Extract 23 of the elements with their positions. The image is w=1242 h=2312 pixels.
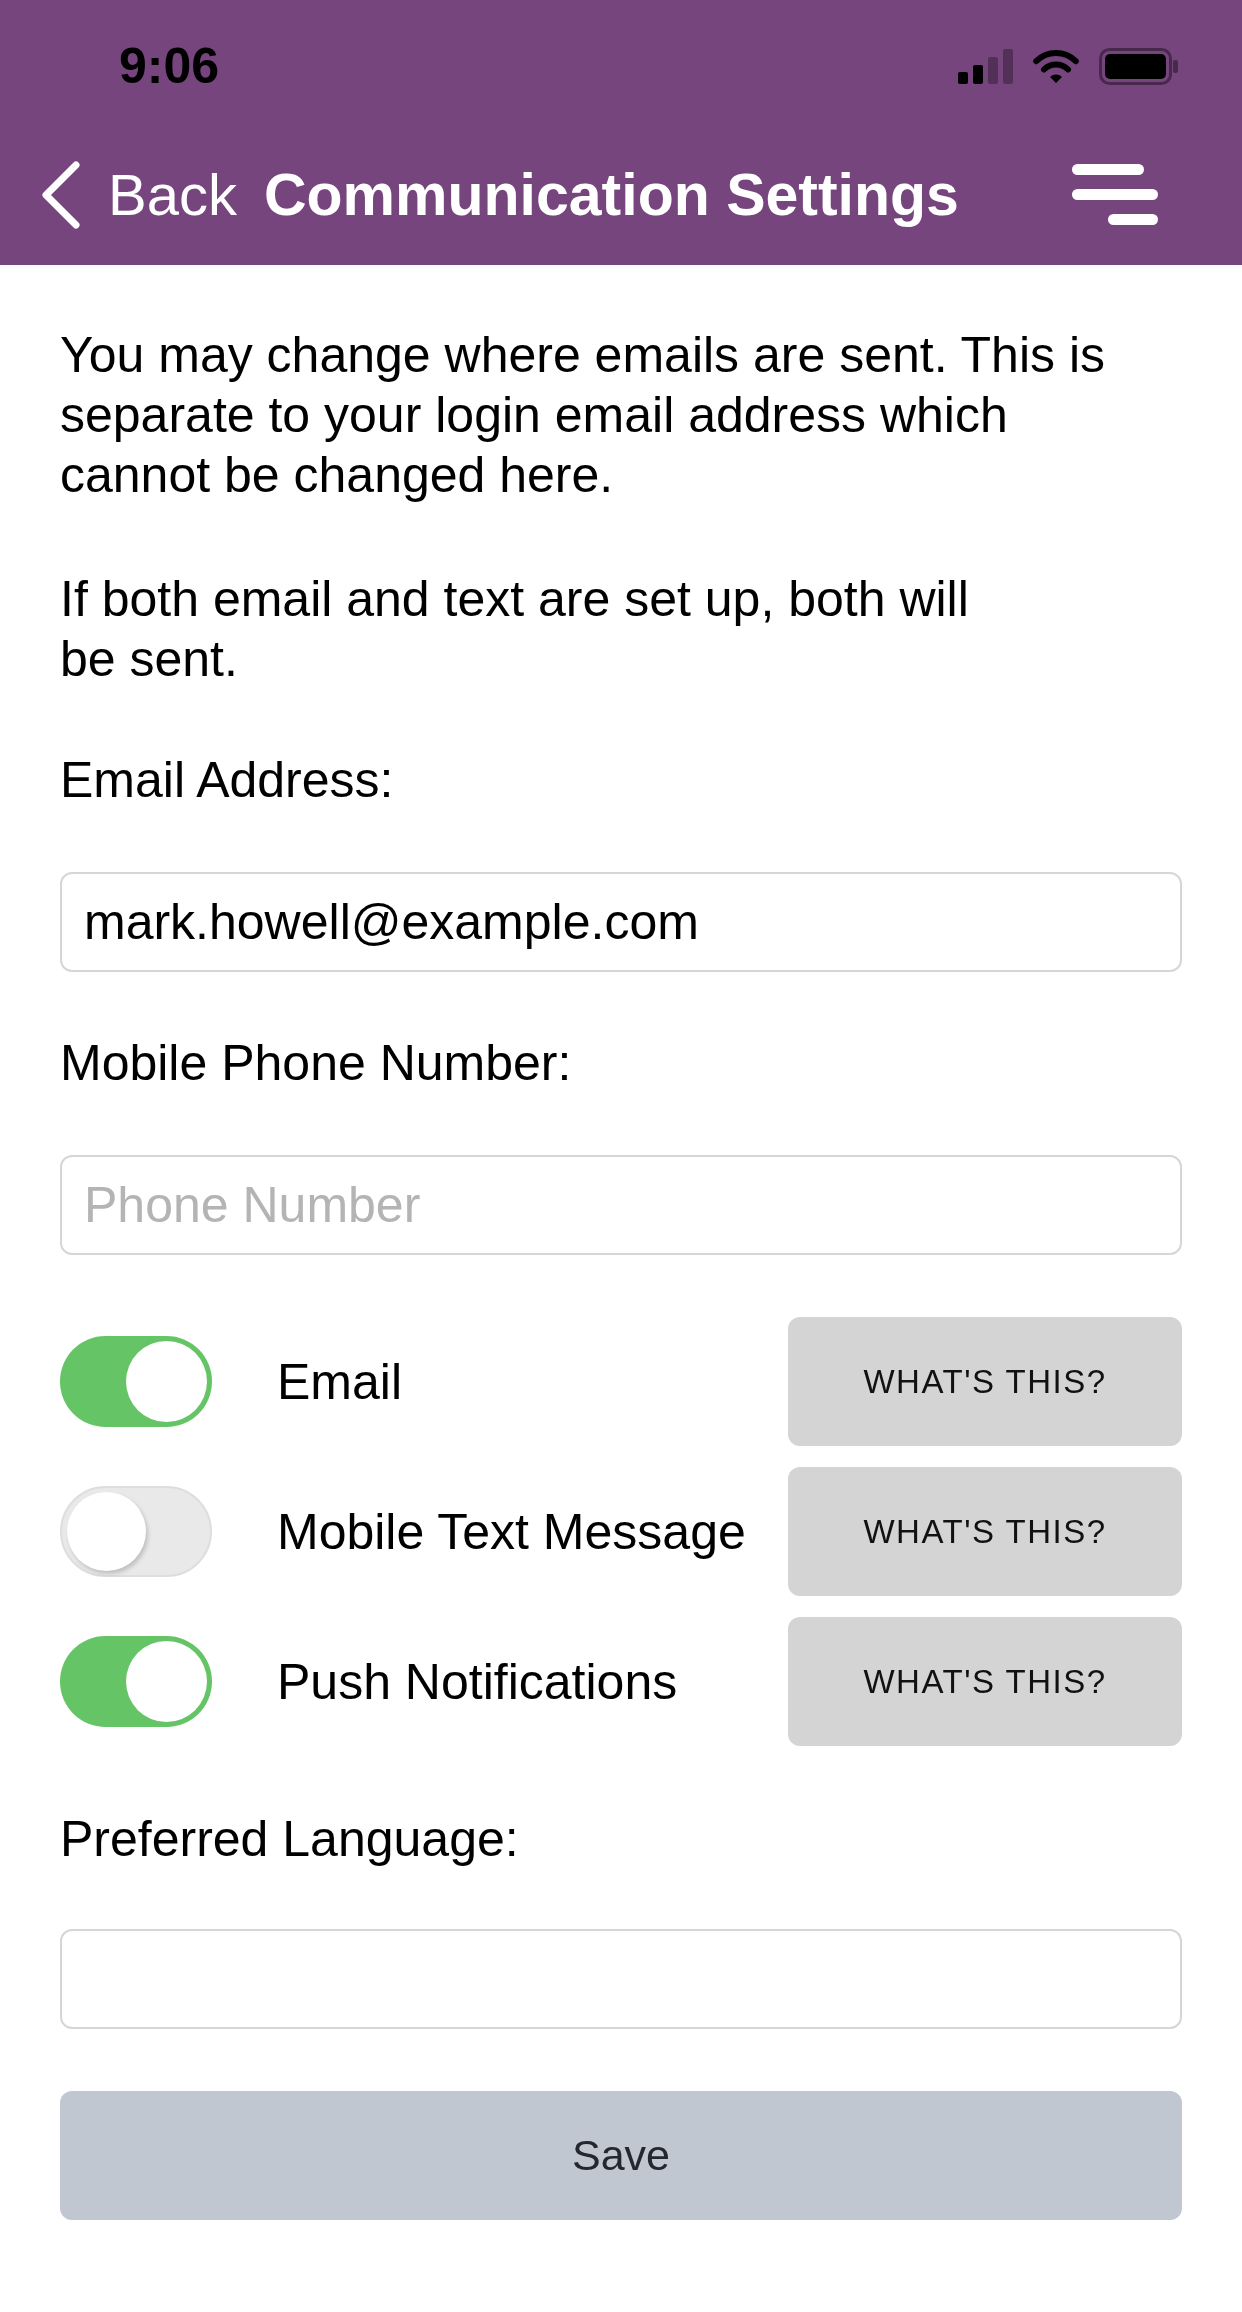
intro-text: You may change where emails are sent. This is separate to your login email address which cannot be changed here. xyxy=(60,326,1106,505)
help-button[interactable]: WHAT'S THIS? xyxy=(788,1317,1182,1446)
field-label: Email Address: xyxy=(60,751,395,810)
text-field[interactable]: mark.howell@example.com xyxy=(60,872,1182,972)
status-time: 9:06 xyxy=(119,37,220,95)
page-title: Communication Settings xyxy=(263,160,959,229)
wifi-icon xyxy=(1031,48,1081,84)
back-button[interactable]: Back xyxy=(40,159,237,230)
signal-icon xyxy=(958,48,1013,84)
save-button[interactable]: Save xyxy=(60,2091,1182,2220)
field-label: Preferred Language: xyxy=(60,1810,520,1869)
channel-label: Email xyxy=(277,1352,404,1411)
battery-icon xyxy=(1099,47,1179,85)
help-button[interactable]: WHAT'S THIS? xyxy=(788,1617,1182,1746)
text-field[interactable]: Phone Number xyxy=(60,1155,1182,1255)
help-button[interactable]: WHAT'S THIS? xyxy=(788,1467,1182,1596)
intro-text: If both email and text are set up, both will be sent. xyxy=(60,570,970,689)
chevron-left-icon xyxy=(40,159,81,230)
field-label: Mobile Phone Number: xyxy=(60,1034,573,1093)
language-field[interactable] xyxy=(60,1929,1182,2029)
channel-label: Mobile Text Message xyxy=(277,1502,747,1561)
channel-label: Push Notifications xyxy=(277,1652,679,1711)
menu-icon[interactable] xyxy=(1072,164,1158,225)
